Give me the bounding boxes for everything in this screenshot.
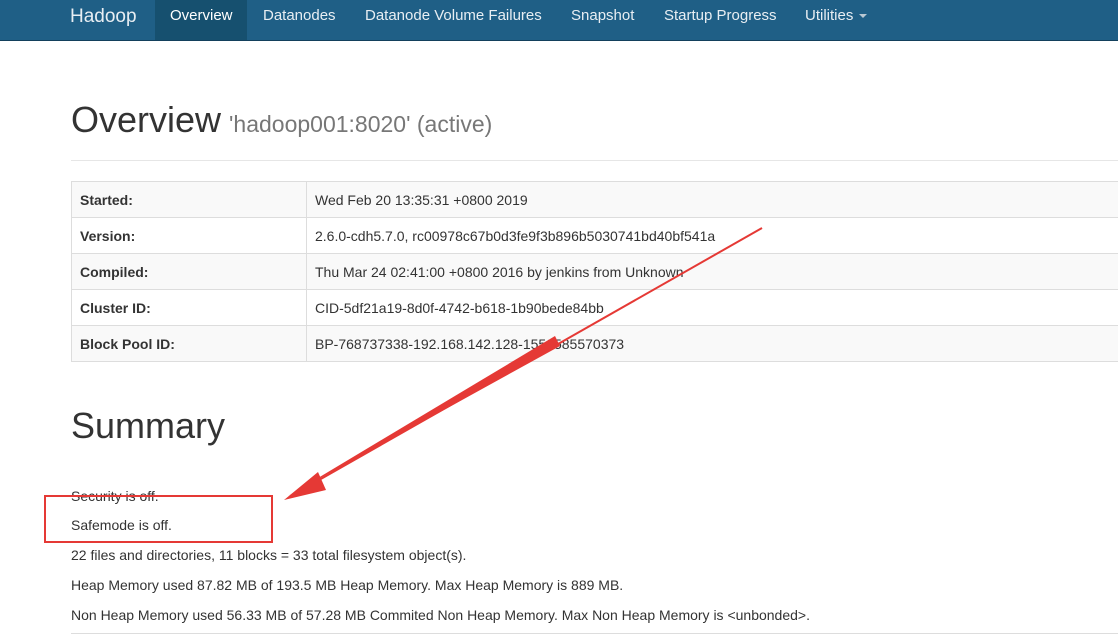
table-row: Compiled: Thu Mar 24 02:41:00 +0800 2016… bbox=[71, 253, 1118, 290]
nonheap-memory-summary: Non Heap Memory used 56.33 MB of 57.28 M… bbox=[71, 607, 810, 623]
caret-down-icon bbox=[859, 14, 868, 19]
brand-link[interactable]: Hadoop bbox=[70, 0, 137, 33]
nav-startup-progress[interactable]: Startup Progress bbox=[649, 0, 792, 40]
table-row: Version: 2.6.0-cdh5.7.0, rc00978c67b0d3f… bbox=[71, 217, 1118, 254]
nav-overview[interactable]: Overview bbox=[155, 0, 247, 40]
top-navbar: Hadoop Overview Datanodes Datanode Volum… bbox=[0, 0, 1118, 41]
page-subtitle: 'hadoop001:8020' (active) bbox=[229, 111, 493, 137]
divider bbox=[71, 633, 1118, 634]
row-value: BP-768737338-192.168.142.128-15505855703… bbox=[306, 325, 1118, 362]
row-label: Block Pool ID: bbox=[71, 325, 307, 362]
nav-utilities-label: Utilities bbox=[805, 7, 854, 24]
arrow-head bbox=[284, 472, 326, 500]
row-value: Thu Mar 24 02:41:00 +0800 2016 by jenkin… bbox=[306, 253, 1118, 290]
nav-datanode-volume-failures[interactable]: Datanode Volume Failures bbox=[350, 0, 557, 40]
nav-snapshot[interactable]: Snapshot bbox=[556, 0, 649, 40]
row-value: CID-5df21a19-8d0f-4742-b618-1b90bede84bb bbox=[306, 289, 1118, 326]
table-row: Started: Wed Feb 20 13:35:31 +0800 2019 bbox=[71, 181, 1118, 218]
row-value: 2.6.0-cdh5.7.0, rc00978c67b0d3fe9f3b896b… bbox=[306, 217, 1118, 254]
row-label: Compiled: bbox=[71, 253, 307, 290]
highlight-box-annotation bbox=[44, 495, 273, 543]
heap-memory-summary: Heap Memory used 87.82 MB of 193.5 MB He… bbox=[71, 577, 624, 593]
page-header: Overview 'hadoop001:8020' (active) bbox=[71, 98, 1118, 161]
table-row: Block Pool ID: BP-768737338-192.168.142.… bbox=[71, 325, 1118, 362]
row-label: Started: bbox=[71, 181, 307, 218]
table-row: Cluster ID: CID-5df21a19-8d0f-4742-b618-… bbox=[71, 289, 1118, 326]
summary-heading: Summary bbox=[71, 405, 226, 446]
overview-info-table: Started: Wed Feb 20 13:35:31 +0800 2019 … bbox=[71, 181, 1118, 362]
row-label: Version: bbox=[71, 217, 307, 254]
nav-utilities-dropdown[interactable]: Utilities bbox=[790, 0, 882, 40]
row-value: Wed Feb 20 13:35:31 +0800 2019 bbox=[306, 181, 1118, 218]
page-title: Overview bbox=[71, 99, 222, 140]
nav-datanodes[interactable]: Datanodes bbox=[248, 0, 351, 40]
row-label: Cluster ID: bbox=[71, 289, 307, 326]
filesystem-objects-summary: 22 files and directories, 11 blocks = 33… bbox=[71, 547, 467, 563]
